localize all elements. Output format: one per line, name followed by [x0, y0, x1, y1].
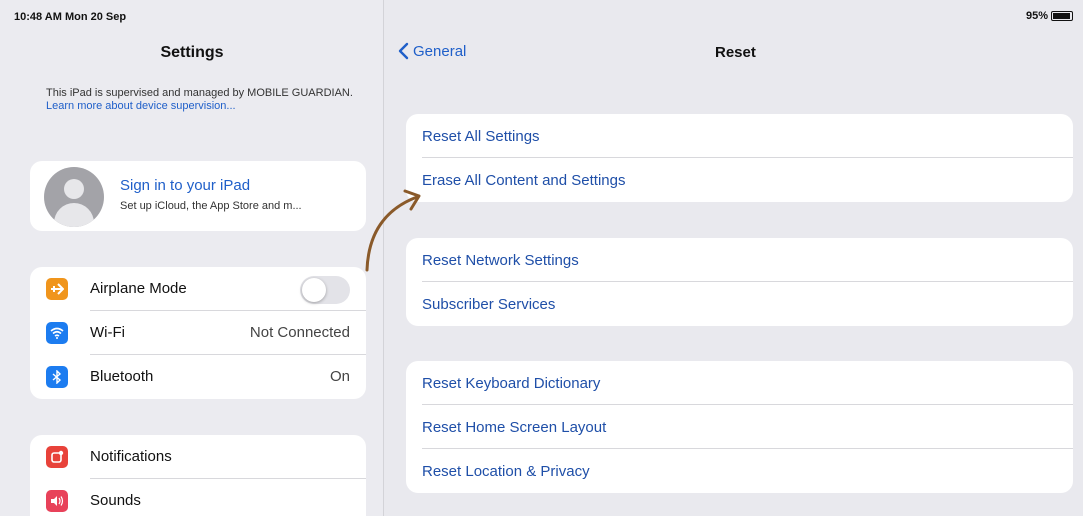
list-item-label: Reset All Settings	[422, 128, 540, 145]
connectivity-group: Airplane Mode Wi-Fi Not Connected Blueto…	[30, 267, 366, 399]
reset-location-privacy-row[interactable]: Reset Location & Privacy	[406, 449, 1073, 493]
sidebar-item-label: Bluetooth	[90, 368, 154, 385]
wifi-status: Not Connected	[249, 324, 350, 341]
reset-network-settings-row[interactable]: Reset Network Settings	[406, 238, 1073, 282]
sidebar-item-label: Notifications	[90, 448, 172, 465]
back-button[interactable]: General	[397, 42, 466, 60]
list-item-label: Reset Network Settings	[422, 252, 579, 269]
chevron-left-icon	[398, 42, 409, 60]
bluetooth-status: On	[329, 368, 350, 385]
airplane-icon	[46, 278, 68, 300]
erase-all-content-row[interactable]: Erase All Content and Settings	[406, 158, 1073, 202]
list-item-label: Erase All Content and Settings	[422, 172, 626, 189]
reset-all-settings-row[interactable]: Reset All Settings	[406, 114, 1073, 158]
sidebar-item-label: Wi-Fi	[90, 324, 125, 341]
reset-group-2: Reset Network Settings Subscriber Servic…	[406, 238, 1073, 326]
reset-pane: 95% General Reset Reset All Settings Era…	[385, 0, 1083, 516]
reset-home-screen-layout-row[interactable]: Reset Home Screen Layout	[406, 405, 1073, 449]
status-time: 10:48 AM Mon 20 Sep	[14, 11, 127, 23]
avatar-icon	[44, 167, 104, 227]
sidebar-item-label: Sounds	[90, 492, 141, 509]
subscriber-services-row[interactable]: Subscriber Services	[406, 282, 1073, 326]
sidebar-item-wifi[interactable]: Wi-Fi Not Connected	[30, 311, 366, 355]
bluetooth-icon	[46, 366, 68, 388]
account-sign-in[interactable]: Sign in to your iPad Set up iCloud, the …	[30, 161, 366, 231]
sounds-icon	[46, 490, 68, 512]
reset-group-3: Reset Keyboard Dictionary Reset Home Scr…	[406, 361, 1073, 493]
battery-indicator: 95%	[1026, 10, 1073, 22]
settings-sidebar: 10:48 AM Mon 20 Sep Settings This iPad i…	[0, 0, 384, 516]
account-title: Sign in to your iPad	[120, 177, 251, 194]
wifi-icon	[46, 322, 68, 344]
reset-keyboard-dictionary-row[interactable]: Reset Keyboard Dictionary	[406, 361, 1073, 405]
list-item-label: Subscriber Services	[422, 296, 556, 313]
sidebar-item-airplane-mode[interactable]: Airplane Mode	[30, 267, 366, 311]
account-subtitle: Set up iCloud, the App Store and m...	[120, 200, 302, 212]
supervision-notice: This iPad is supervised and managed by M…	[46, 87, 356, 113]
airplane-mode-toggle[interactable]	[300, 276, 350, 304]
list-item-label: Reset Home Screen Layout	[422, 419, 607, 436]
battery-percent: 95%	[1025, 10, 1048, 22]
notifications-group: Notifications Sounds	[30, 435, 366, 516]
page-title: Reset	[715, 44, 756, 61]
sidebar-item-notifications[interactable]: Notifications	[30, 435, 366, 479]
sidebar-item-sounds[interactable]: Sounds	[30, 479, 366, 516]
supervision-link[interactable]: Learn more about device supervision...	[46, 100, 236, 112]
battery-icon	[1051, 11, 1073, 21]
list-item-label: Reset Location & Privacy	[422, 463, 590, 480]
back-label: General	[413, 42, 467, 60]
list-item-label: Reset Keyboard Dictionary	[422, 375, 601, 392]
reset-group-1: Reset All Settings Erase All Content and…	[406, 114, 1073, 202]
sidebar-title: Settings	[160, 44, 224, 61]
notifications-icon	[46, 446, 68, 468]
sidebar-item-label: Airplane Mode	[90, 280, 187, 297]
sidebar-item-bluetooth[interactable]: Bluetooth On	[30, 355, 366, 399]
supervision-text: This iPad is supervised and managed by M…	[46, 87, 353, 99]
